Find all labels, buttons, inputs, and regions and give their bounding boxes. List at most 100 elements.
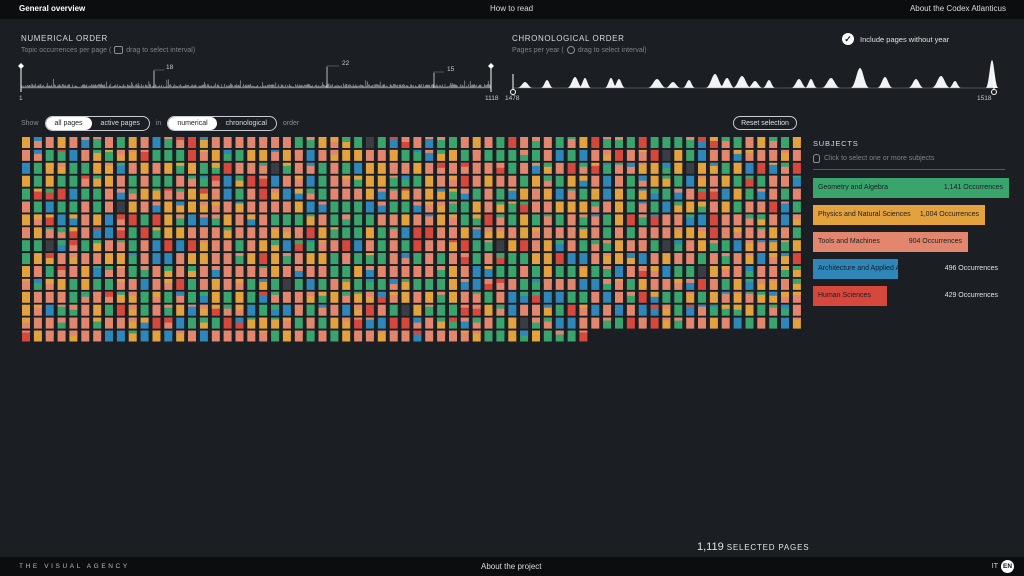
page-cell[interactable]	[437, 266, 446, 277]
page-cell[interactable]	[603, 266, 612, 277]
page-cell[interactable]	[615, 291, 623, 303]
page-cell[interactable]	[484, 317, 493, 329]
page-cell[interactable]	[508, 188, 517, 200]
page-cell[interactable]	[294, 304, 303, 316]
page-cell[interactable]	[484, 330, 493, 342]
page-cell[interactable]	[733, 214, 742, 226]
page-cell[interactable]	[377, 162, 386, 174]
page-cell[interactable]	[425, 175, 434, 187]
page-cell[interactable]	[140, 291, 149, 303]
page-cell[interactable]	[259, 266, 268, 277]
page-cell[interactable]	[532, 317, 540, 329]
page-cell[interactable]	[128, 304, 137, 316]
page-cell[interactable]	[93, 137, 102, 148]
page-cell[interactable]	[472, 149, 481, 161]
page-cell[interactable]	[45, 278, 54, 290]
page-cell[interactable]	[698, 304, 706, 316]
page-cell[interactable]	[211, 317, 220, 329]
nav-about-codex[interactable]: About the Codex Atlanticus	[910, 4, 1006, 13]
page-cell[interactable]	[57, 266, 66, 277]
page-cell[interactable]	[69, 214, 78, 226]
page-cell[interactable]	[318, 227, 327, 239]
page-cell[interactable]	[579, 278, 588, 290]
page-cell[interactable]	[709, 188, 718, 200]
page-cell[interactable]	[769, 240, 778, 252]
page-cell[interactable]	[105, 149, 113, 161]
page-cell[interactable]	[591, 188, 600, 200]
page-cell[interactable]	[721, 278, 730, 290]
page-cell[interactable]	[342, 266, 351, 277]
page-cell[interactable]	[496, 188, 505, 200]
page-cell[interactable]	[140, 162, 149, 174]
page-cell[interactable]	[271, 317, 280, 329]
page-cell[interactable]	[460, 253, 469, 265]
page-cell[interactable]	[543, 240, 552, 252]
page-cell[interactable]	[615, 304, 623, 316]
page-cell[interactable]	[745, 240, 754, 252]
page-cell[interactable]	[69, 149, 78, 161]
page-cell[interactable]	[745, 149, 754, 161]
page-cell[interactable]	[33, 266, 42, 277]
page-cell[interactable]	[33, 188, 42, 200]
page-cell[interactable]	[674, 188, 683, 200]
page-cell[interactable]	[555, 253, 564, 265]
page-cell[interactable]	[413, 175, 422, 187]
page-cell[interactable]	[567, 240, 576, 252]
page-cell[interactable]	[721, 227, 730, 239]
page-cell[interactable]	[745, 291, 754, 303]
page-cell[interactable]	[579, 304, 588, 316]
page-cell[interactable]	[188, 291, 196, 303]
page-cell[interactable]	[128, 317, 137, 329]
page-cell[interactable]	[638, 227, 647, 239]
page-cell[interactable]	[413, 266, 422, 277]
page-cell[interactable]	[769, 149, 778, 161]
page-cell[interactable]	[555, 214, 564, 226]
page-cell[interactable]	[460, 240, 469, 252]
page-cell[interactable]	[674, 214, 683, 226]
page-cell[interactable]	[294, 266, 303, 277]
page-cell[interactable]	[472, 162, 481, 174]
page-cell[interactable]	[57, 317, 66, 329]
page-cell[interactable]	[484, 162, 493, 174]
page-cell[interactable]	[449, 291, 457, 303]
page-cell[interactable]	[508, 278, 517, 290]
page-cell[interactable]	[354, 278, 363, 290]
page-cell[interactable]	[389, 214, 398, 226]
page-cell[interactable]	[662, 266, 671, 277]
page-cell[interactable]	[365, 201, 374, 213]
page-cell[interactable]	[211, 253, 220, 265]
page-cell[interactable]	[33, 253, 42, 265]
page-cell[interactable]	[259, 317, 268, 329]
page-cell[interactable]	[271, 227, 280, 239]
page-cell[interactable]	[769, 278, 778, 290]
page-cell[interactable]	[294, 137, 303, 148]
page-cell[interactable]	[579, 214, 588, 226]
page-cell[interactable]	[164, 188, 173, 200]
page-cell[interactable]	[105, 278, 113, 290]
page-cell[interactable]	[259, 278, 268, 290]
page-cell[interactable]	[247, 201, 256, 213]
page-cell[interactable]	[259, 188, 268, 200]
page-cell[interactable]	[508, 149, 517, 161]
page-cell[interactable]	[603, 227, 612, 239]
page-cell[interactable]	[128, 253, 137, 265]
page-cell[interactable]	[330, 201, 339, 213]
page-cell[interactable]	[389, 240, 398, 252]
page-cell[interactable]	[484, 266, 493, 277]
page-cell[interactable]	[532, 149, 540, 161]
page-cell[interactable]	[413, 253, 422, 265]
page-cell[interactable]	[745, 266, 754, 277]
page-cell[interactable]	[579, 162, 588, 174]
page-cell[interactable]	[603, 188, 612, 200]
page-cell[interactable]	[259, 149, 268, 161]
page-cell[interactable]	[294, 240, 303, 252]
page-cell[interactable]	[437, 317, 446, 329]
page-cell[interactable]	[294, 278, 303, 290]
page-cell[interactable]	[745, 317, 754, 329]
page-cell[interactable]	[484, 188, 493, 200]
page-cell[interactable]	[199, 253, 208, 265]
page-cell[interactable]	[306, 266, 315, 277]
page-cell[interactable]	[401, 149, 410, 161]
page-cell[interactable]	[615, 214, 623, 226]
page-cell[interactable]	[318, 266, 327, 277]
